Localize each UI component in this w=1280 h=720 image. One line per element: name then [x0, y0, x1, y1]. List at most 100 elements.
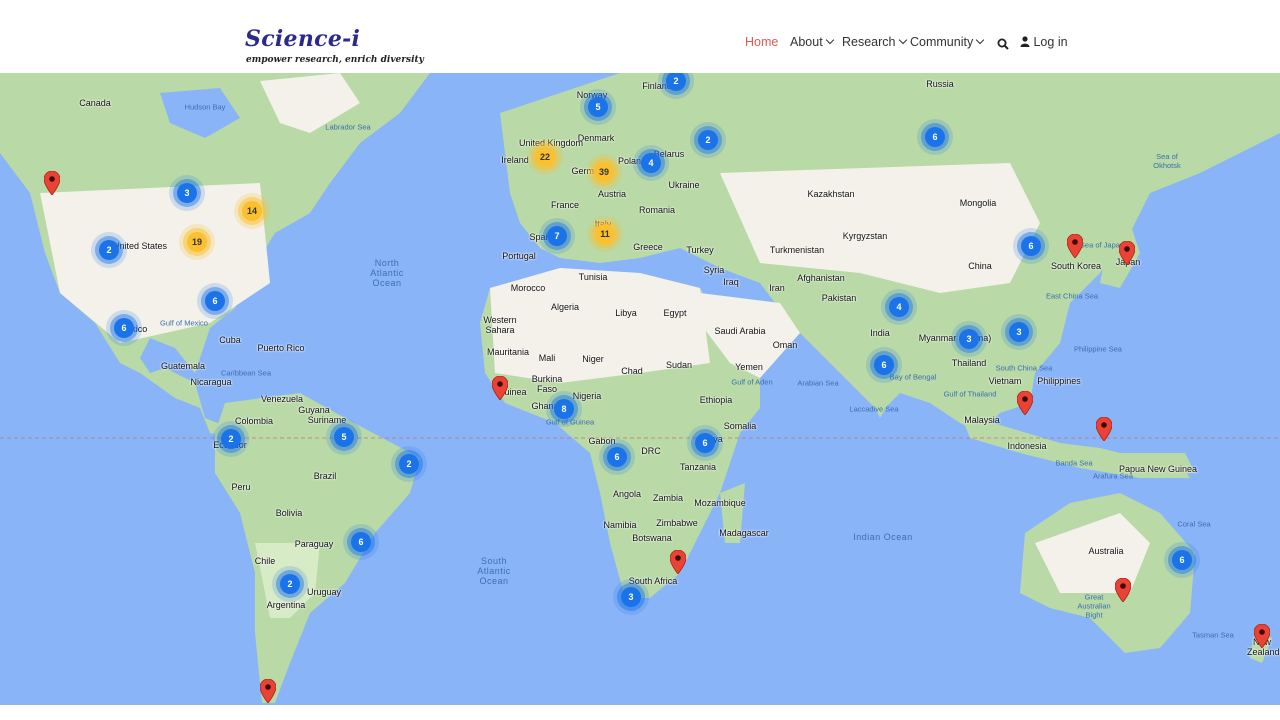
location-pin-icon[interactable] [260, 679, 276, 703]
cluster-marker[interactable]: 3 [621, 587, 641, 607]
label-vietnam: Vietnam [988, 376, 1022, 386]
cluster-marker[interactable]: 3 [959, 329, 979, 349]
label-labrador-sea: Labrador Sea [325, 122, 371, 132]
label-greece: Greece [633, 242, 663, 252]
label-nigeria: Nigeria [572, 391, 602, 401]
world-map[interactable]: Canada Hudson Bay Labrador Sea United St… [0, 73, 1280, 705]
label-bolivia: Bolivia [275, 508, 303, 518]
cluster-marker[interactable]: 19 [187, 232, 207, 252]
label-kyrgyzstan: Kyrgyzstan [842, 231, 888, 241]
location-pin-icon[interactable] [1096, 417, 1112, 441]
label-drc: DRC [641, 446, 661, 456]
cluster-marker[interactable]: 7 [547, 226, 567, 246]
location-pin-icon[interactable] [1254, 624, 1270, 648]
site-logo[interactable]: Science-i [245, 26, 360, 52]
location-pin-icon[interactable] [492, 376, 508, 400]
label-philippine-sea: Philippine Sea [1074, 344, 1122, 354]
location-pin-icon[interactable] [1017, 391, 1033, 415]
cluster-marker[interactable]: 5 [588, 97, 608, 117]
user-icon [1020, 36, 1030, 47]
cluster-marker[interactable]: 3 [1009, 322, 1029, 342]
label-turkmenistan: Turkmenistan [769, 245, 825, 255]
label-ethiopia: Ethiopia [699, 395, 733, 405]
label-great-bight: Great Australian Bight [1077, 592, 1111, 620]
label-romania: Romania [638, 205, 676, 215]
label-gulf-thailand: Gulf of Thailand [943, 389, 997, 399]
label-sea-japan: Sea of Japan [1079, 240, 1125, 250]
login-link[interactable]: Log in [1020, 35, 1068, 49]
cluster-marker[interactable]: 6 [874, 355, 894, 375]
label-arabian-sea: Arabian Sea [797, 378, 839, 388]
cluster-marker[interactable]: 4 [641, 153, 661, 173]
nav-community-label: Community [910, 35, 974, 49]
cluster-marker[interactable]: 6 [695, 433, 715, 453]
label-paraguay: Paraguay [294, 539, 334, 549]
label-sea-okhotsk: Sea of Okhotsk [1153, 152, 1181, 170]
label-russia: Russia [926, 79, 954, 89]
label-libya: Libya [615, 308, 637, 318]
cluster-marker[interactable]: 6 [205, 291, 225, 311]
label-kazakhstan: Kazakhstan [807, 189, 855, 199]
label-chad: Chad [621, 366, 643, 376]
label-mozambique: Mozambique [694, 498, 746, 508]
label-caribbean-sea: Caribbean Sea [220, 368, 272, 378]
label-western-sahara: Western Sahara [483, 315, 517, 335]
nav-home[interactable]: Home [745, 35, 778, 49]
location-pin-icon[interactable] [1115, 578, 1131, 602]
cluster-marker[interactable]: 5 [334, 427, 354, 447]
label-yemen: Yemen [735, 362, 763, 372]
label-angola: Angola [612, 489, 642, 499]
cluster-marker[interactable]: 2 [280, 574, 300, 594]
cluster-marker[interactable]: 3 [177, 183, 197, 203]
search-icon[interactable] [997, 37, 1009, 55]
cluster-marker[interactable]: 39 [594, 162, 614, 182]
label-pakistan: Pakistan [821, 293, 857, 303]
label-colombia: Colombia [234, 416, 274, 426]
cluster-marker[interactable]: 6 [1021, 236, 1041, 256]
location-pin-icon[interactable] [1067, 234, 1083, 258]
label-coral-sea: Coral Sea [1177, 519, 1211, 529]
nav-about-label: About [790, 35, 823, 49]
cluster-marker[interactable]: 2 [399, 454, 419, 474]
cluster-marker[interactable]: 2 [99, 240, 119, 260]
label-myanmar: Myanmar (Burma) [918, 333, 992, 343]
location-pin-icon[interactable] [670, 550, 686, 574]
label-indonesia: Indonesia [1007, 441, 1047, 451]
location-pin-icon[interactable] [1119, 241, 1135, 265]
label-portugal: Portugal [502, 251, 536, 261]
cluster-marker[interactable]: 2 [698, 130, 718, 150]
label-south-africa: South Africa [628, 576, 678, 586]
cluster-marker[interactable]: 6 [114, 318, 134, 338]
label-south-atlantic: South Atlantic Ocean [477, 556, 511, 586]
cluster-marker[interactable]: 14 [242, 201, 262, 221]
nav-about[interactable]: About [790, 35, 834, 49]
label-niger: Niger [582, 354, 604, 364]
label-gulf-aden: Gulf of Aden [731, 377, 773, 387]
cluster-marker[interactable]: 8 [554, 399, 574, 419]
label-indian-ocean: Indian Ocean [853, 532, 913, 542]
label-argentina: Argentina [266, 600, 306, 610]
label-mauritania: Mauritania [486, 347, 530, 357]
label-peru: Peru [231, 482, 251, 492]
label-tunisia: Tunisia [578, 272, 608, 282]
label-syria: Syria [703, 265, 725, 275]
cluster-marker[interactable]: 4 [889, 297, 909, 317]
label-austria: Austria [597, 189, 627, 199]
cluster-marker[interactable]: 6 [1172, 550, 1192, 570]
nav-research[interactable]: Research [842, 35, 907, 49]
cluster-marker[interactable]: 2 [221, 429, 241, 449]
label-morocco: Morocco [510, 283, 546, 293]
site-tagline: empower research, enrich diversity [246, 55, 424, 65]
nav-community[interactable]: Community [910, 35, 985, 49]
label-east-china-sea: East China Sea [1045, 291, 1099, 301]
cluster-marker[interactable]: 6 [607, 447, 627, 467]
cluster-marker[interactable]: 11 [595, 224, 615, 244]
label-france: France [550, 200, 580, 210]
label-somalia: Somalia [723, 421, 757, 431]
cluster-marker[interactable]: 22 [535, 147, 555, 167]
cluster-marker[interactable]: 6 [925, 127, 945, 147]
cluster-marker[interactable]: 6 [351, 532, 371, 552]
label-banda-sea: Banda Sea [1055, 458, 1093, 468]
label-hudson-bay: Hudson Bay [184, 102, 226, 112]
location-pin-icon[interactable] [44, 171, 60, 195]
